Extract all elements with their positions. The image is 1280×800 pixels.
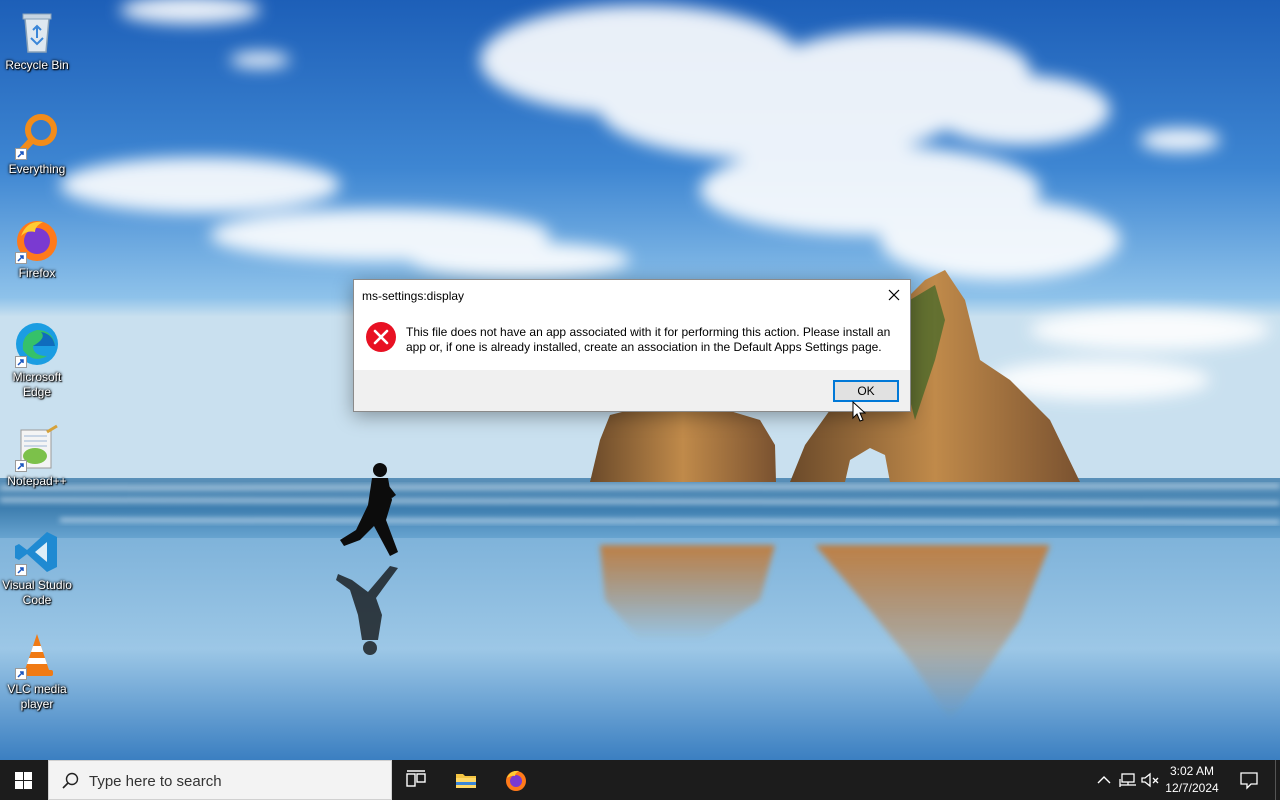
desktop-icon-label: Recycle Bin xyxy=(5,58,69,72)
desktop-icon-edge[interactable]: Microsoft Edge xyxy=(2,320,72,400)
show-hidden-icons-button[interactable] xyxy=(1094,770,1114,790)
taskbar: Type here to search 3:02 AM 12/7/2024 xyxy=(0,760,1280,800)
taskbar-file-explorer[interactable] xyxy=(442,760,490,800)
edge-icon xyxy=(13,320,61,368)
shortcut-arrow-icon xyxy=(15,252,27,264)
taskbar-search-box[interactable]: Type here to search xyxy=(48,760,392,800)
network-icon xyxy=(1119,773,1136,787)
notification-icon xyxy=(1240,772,1258,790)
desktop-icon-label: Notepad++ xyxy=(7,474,67,488)
vscode-icon xyxy=(13,528,61,576)
recycle-bin-icon xyxy=(13,8,61,56)
desktop-icon-vlc[interactable]: VLC media player xyxy=(2,632,72,712)
chevron-up-icon xyxy=(1097,776,1111,784)
desktop-icon-label: Microsoft Edge xyxy=(12,370,62,399)
dialog-body: This file does not have an app associate… xyxy=(354,311,910,371)
network-button[interactable] xyxy=(1117,770,1137,790)
dialog-titlebar[interactable]: ms-settings:display xyxy=(354,280,910,311)
search-icon xyxy=(62,772,79,789)
desktop-icon-notepadpp[interactable]: Notepad++ xyxy=(2,424,72,489)
desktop-icon-label: Visual Studio Code xyxy=(2,578,72,607)
ok-button[interactable]: OK xyxy=(833,380,899,402)
shortcut-arrow-icon xyxy=(15,356,27,368)
shortcut-arrow-icon xyxy=(15,460,27,472)
desktop-icon-label: VLC media player xyxy=(7,682,67,711)
error-dialog: ms-settings:display This file does not h… xyxy=(353,279,911,412)
start-button[interactable] xyxy=(0,760,48,800)
dialog-footer: OK xyxy=(354,370,910,411)
volume-muted-icon xyxy=(1141,772,1159,788)
volume-button[interactable] xyxy=(1140,770,1160,790)
action-center-button[interactable] xyxy=(1230,760,1270,800)
error-icon xyxy=(366,322,396,352)
dialog-title: ms-settings:display xyxy=(362,289,465,303)
vlc-icon xyxy=(13,632,61,680)
close-button[interactable] xyxy=(884,286,904,304)
shortcut-arrow-icon xyxy=(15,668,27,680)
desktop-icon-everything[interactable]: Everything xyxy=(2,112,72,177)
task-view-button[interactable] xyxy=(392,760,440,800)
shortcut-arrow-icon xyxy=(15,148,27,160)
dialog-message: This file does not have an app associate… xyxy=(406,325,891,354)
desktop-icon-recycle-bin[interactable]: Recycle Bin xyxy=(2,8,72,73)
clock-time: 3:02 AM xyxy=(1169,764,1215,778)
taskbar-firefox[interactable] xyxy=(492,760,540,800)
firefox-icon xyxy=(13,216,61,264)
desktop-icon-firefox[interactable]: Firefox xyxy=(2,216,72,281)
search-placeholder: Type here to search xyxy=(89,773,222,790)
notepadpp-icon xyxy=(13,424,61,472)
desktop-icon-label: Everything xyxy=(8,162,66,176)
desktop-icon-label: Firefox xyxy=(18,266,56,280)
show-desktop-button[interactable] xyxy=(1275,760,1280,800)
close-icon xyxy=(888,289,900,301)
taskbar-clock[interactable]: 3:02 AM 12/7/2024 xyxy=(1160,763,1224,797)
shortcut-arrow-icon xyxy=(15,564,27,576)
windows-logo-icon xyxy=(15,772,32,789)
firefox-icon xyxy=(506,770,526,791)
task-view-icon xyxy=(406,770,426,787)
desktop-icon-vscode[interactable]: Visual Studio Code xyxy=(2,528,72,608)
folder-icon xyxy=(456,774,476,788)
clock-date: 12/7/2024 xyxy=(1165,781,1219,795)
everything-search-icon xyxy=(13,112,61,160)
mouse-pointer-icon xyxy=(852,401,866,422)
